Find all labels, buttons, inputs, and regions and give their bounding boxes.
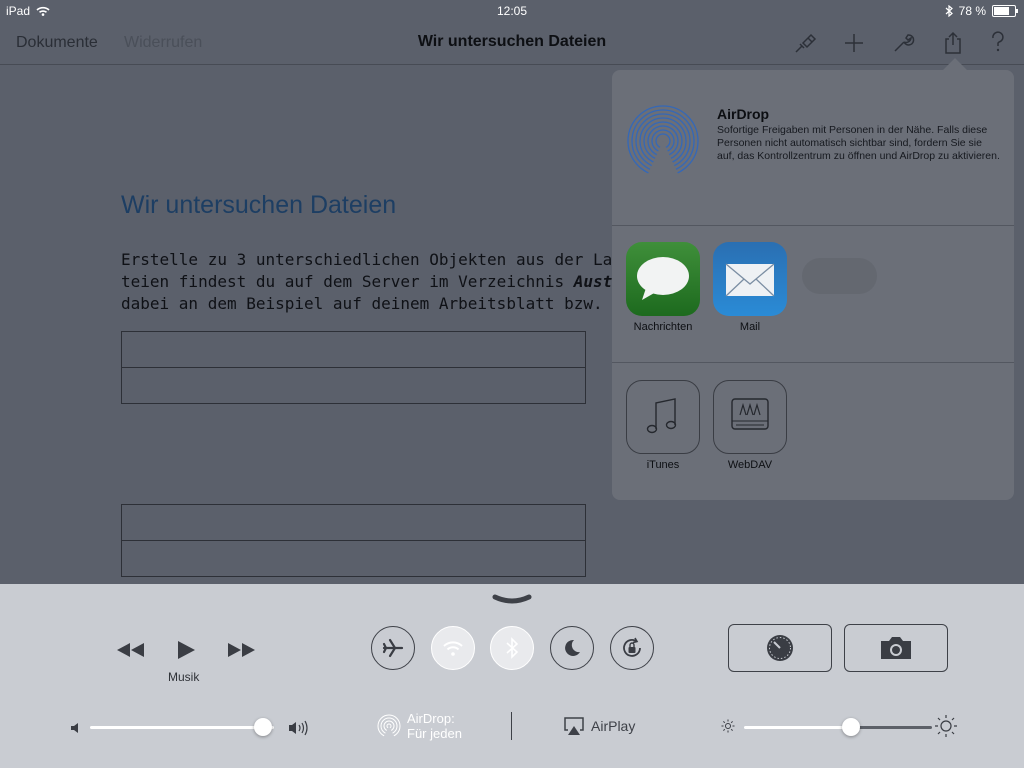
bluetooth-toggle[interactable] [490,626,534,670]
table-row [122,541,585,576]
target-label: iTunes [646,459,680,471]
messages-app[interactable] [626,242,700,316]
popover-arrow [943,58,967,70]
rewind-icon[interactable] [116,642,146,658]
table-row [122,332,585,368]
brightness-slider-track[interactable] [852,726,932,729]
toolbar: Dokumente Widerrufen Wir untersuchen Dat… [0,22,1024,65]
airdrop-mode: Für jeden [407,726,462,741]
divider [612,362,1014,363]
emphasized-word: Austausch [573,272,613,291]
share-popover: AirDrop Sofortige Freigaben mit Personen… [612,70,1014,500]
plus-icon[interactable] [841,30,867,56]
wifi-toggle[interactable] [431,626,475,670]
table [121,504,586,577]
itunes-target[interactable] [626,380,700,454]
rotation-lock-toggle[interactable] [610,626,654,670]
airdrop-description: Sofortige Freigaben mit Personen in der … [717,124,1000,162]
brightness-slider-filled[interactable] [744,726,852,729]
clock: 12:05 [496,4,528,18]
brightness-low-icon [721,719,735,733]
airdrop-title: AirDrop [717,106,770,122]
volume-high-icon [289,720,308,736]
paragraph-line: teien findest du auf dem Server im Verze… [121,271,613,293]
itunes-icon [646,398,677,434]
messages-icon [637,257,689,300]
volume-thumb[interactable] [253,718,272,736]
document-heading: Wir untersuchen Dateien [121,191,397,219]
fast-forward-icon[interactable] [226,642,256,658]
webdav-icon [731,398,769,430]
app-label: Nachrichten [633,321,693,333]
document-paragraph: Erstelle zu 3 unterschiedlichen Objekten… [121,249,613,315]
mail-app[interactable] [713,242,787,316]
airdrop-small-icon[interactable] [377,714,401,738]
target-label: WebDAV [727,459,773,471]
paragraph-line: Erstelle zu 3 unterschiedlichen Objekten… [121,250,613,269]
brightness-thumb[interactable] [842,718,861,736]
table-row [122,368,585,403]
airplane-toggle[interactable] [371,626,415,670]
document-title: Wir untersuchen Dateien [417,33,607,50]
music-label: Musik [168,670,200,684]
moon-icon [565,639,580,656]
divider [612,225,1014,226]
status-bar: iPad 12:05 78 % [0,0,1024,22]
brightness-high-icon [935,715,957,737]
airplane-icon [382,638,404,658]
webdav-target[interactable] [713,380,787,454]
table-row [122,505,585,541]
format-brush-icon[interactable] [792,30,818,56]
volume-low-icon [71,723,78,733]
app-label: Mail [739,321,761,333]
volume-slider[interactable] [90,726,274,729]
airdrop-label: AirDrop: [407,711,455,726]
wifi-icon [443,641,463,656]
table [121,331,586,404]
help-icon[interactable] [985,30,1011,56]
status-right: 78 % [945,4,1018,18]
airplay-icon[interactable] [563,716,585,736]
grabber-handle[interactable] [492,592,532,606]
rotation-lock-icon [623,637,641,657]
divider [511,712,512,740]
airplay-button[interactable]: AirPlay [591,718,635,734]
battery-percent: 78 % [958,4,986,18]
do-not-disturb-toggle[interactable] [550,626,594,670]
camera-button[interactable] [844,624,948,672]
camera-icon [881,637,911,659]
paragraph-line: dabei an dem Beispiel auf deinem Arbeits… [121,294,613,313]
airdrop-button[interactable]: AirDrop: Für jeden [407,711,462,741]
share-icon[interactable] [940,30,966,56]
timer-button[interactable] [728,624,832,672]
bluetooth-icon [506,637,519,659]
bluetooth-status-icon [945,5,953,17]
empty-slot [802,258,877,294]
timer-icon [767,635,793,661]
mail-icon [725,263,775,297]
play-icon[interactable] [176,640,196,660]
wrench-icon[interactable] [890,30,916,56]
airdrop-icon[interactable] [626,104,700,178]
control-center: Musik AirDrop: Für jeden AirPlay [0,584,1024,768]
battery-icon [992,5,1018,17]
